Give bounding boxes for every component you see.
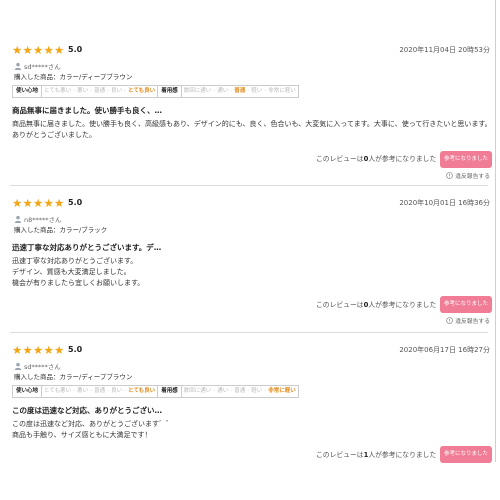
helpful-count-text: このレビューは0人が参考になりました <box>316 301 437 309</box>
review-body: 商品無事に届きました。使い勝手も良く、高級感もあり、デザイン的にも、良く、色合い… <box>12 119 492 141</box>
purchased-product: 購入した商品：カラー/ディープブラウン <box>14 373 133 381</box>
reviewer-name: sd*****さん <box>24 63 61 71</box>
user-icon <box>14 215 22 223</box>
report-label: 違反報告する <box>455 174 490 180</box>
reviewer-name: n8*****さん <box>24 216 62 224</box>
user-icon <box>14 62 22 70</box>
size-option: 数回に通い <box>183 88 212 94</box>
page-frame-border <box>495 0 496 462</box>
usage-category-label: 使い心地 <box>13 386 43 397</box>
review-body: 迅速丁寧な対応ありがとうございます。 デザイン、質感も大変満足しました。 機会が… <box>12 256 492 289</box>
review-divider <box>10 332 488 333</box>
usage-option: 普通 <box>94 88 106 94</box>
usage-option: とても悪い <box>44 88 72 94</box>
usage-option: 悪い <box>77 388 89 394</box>
usage-option: 悪い <box>77 88 89 94</box>
usage-option: 良い <box>111 388 123 394</box>
review-body-line: 商品も手触り、サイズ感ともに大満足です！ <box>12 431 152 439</box>
review-title: 商品無事に届きました。使い勝手も良く、… <box>12 106 162 115</box>
size-category-label: 着用感 <box>157 86 182 97</box>
helpful-count-text: このレビューは1人が参考になりました <box>316 451 437 459</box>
review-date: 2020年10月01日 16時36分 <box>399 199 490 207</box>
usage-option: 普通 <box>94 388 106 394</box>
rating-value: 5.0 <box>68 45 83 54</box>
reviewer[interactable]: sd*****さん <box>14 362 61 372</box>
report-link[interactable]: 違反報告する <box>446 317 490 327</box>
user-icon <box>14 362 22 370</box>
review-title: 迅速丁寧な対応ありがとうございます。デ… <box>12 243 162 252</box>
review-body-line: 機会が有りましたら宜しくお願いします。 <box>12 279 145 287</box>
review-body-line: 商品無事に届きました。使い勝手も良く、高級感もあり、デザイン的にも、良く、色合い… <box>12 120 492 128</box>
size-option: 非常に軽い <box>268 88 296 94</box>
size-option-selected: 普通 <box>234 88 246 94</box>
review-title: この度は迅速など対応、ありがとうござい… <box>12 406 162 415</box>
reviewer[interactable]: n8*****さん <box>14 215 62 225</box>
report-link[interactable]: 違反報告する <box>446 172 490 182</box>
review-body-line: デザイン、質感も大変満足しました。 <box>12 268 131 276</box>
usage-option: とても悪い <box>44 388 72 394</box>
rating-value: 5.0 <box>68 198 83 207</box>
review-body-line: 迅速丁寧な対応ありがとうございます。 <box>12 257 138 265</box>
helpful-count-text: このレビューは0人が参考になりました <box>316 155 437 163</box>
review-body-line: この度は迅速など対応、ありがとうございます゛゛ <box>12 420 173 428</box>
review-divider <box>10 185 488 186</box>
star-rating-icons: ★★★★★ <box>12 43 65 57</box>
size-option: 軽い <box>251 388 263 394</box>
rating-breakdown: 使い心地 とても悪い - 悪い - 普通 - 良い - とても良い 着用感 数回に通い -… <box>12 385 299 398</box>
rating-value: 5.0 <box>68 345 83 354</box>
review-date: 2020年11月04日 20時53分 <box>399 46 490 54</box>
warning-circle-icon <box>446 172 453 179</box>
warning-circle-icon <box>446 317 453 324</box>
helpful-button[interactable]: 参考になりました <box>440 151 492 168</box>
usage-category-label: 使い心地 <box>13 86 43 97</box>
size-option: 通い <box>217 388 229 394</box>
size-option-selected: 非常に軽い <box>268 388 296 394</box>
size-category-label: 着用感 <box>157 386 182 397</box>
usage-option: 良い <box>111 88 123 94</box>
purchased-product: 購入した商品：カラー/ブラック <box>14 226 108 234</box>
review-body-line: ありがとうございました。 <box>12 131 96 139</box>
star-rating-icons: ★★★★★ <box>12 343 65 357</box>
review-body: この度は迅速など対応、ありがとうございます゛゛ 商品も手触り、サイズ感ともに大満… <box>12 419 492 441</box>
usage-option-selected: とても良い <box>128 88 156 94</box>
size-option: 数回に通い <box>183 388 212 394</box>
purchased-product: 購入した商品：カラー/ディープブラウン <box>14 73 133 81</box>
size-option: 軽い <box>251 88 263 94</box>
report-label: 違反報告する <box>455 319 490 325</box>
size-option: 通い <box>217 88 229 94</box>
usage-option-selected: とても良い <box>128 388 156 394</box>
size-option: 普通 <box>234 388 246 394</box>
helpful-button[interactable]: 参考になりました <box>440 296 492 313</box>
helpful-button[interactable]: 参考になりました <box>440 446 492 463</box>
review-date: 2020年06月17日 16時27分 <box>399 346 490 354</box>
rating-breakdown: 使い心地 とても悪い - 悪い - 普通 - 良い - とても良い 着用感 数回に通い -… <box>12 85 299 98</box>
reviewer-name: sd*****さん <box>24 363 61 371</box>
star-rating-icons: ★★★★★ <box>12 196 65 210</box>
reviewer[interactable]: sd*****さん <box>14 62 61 72</box>
